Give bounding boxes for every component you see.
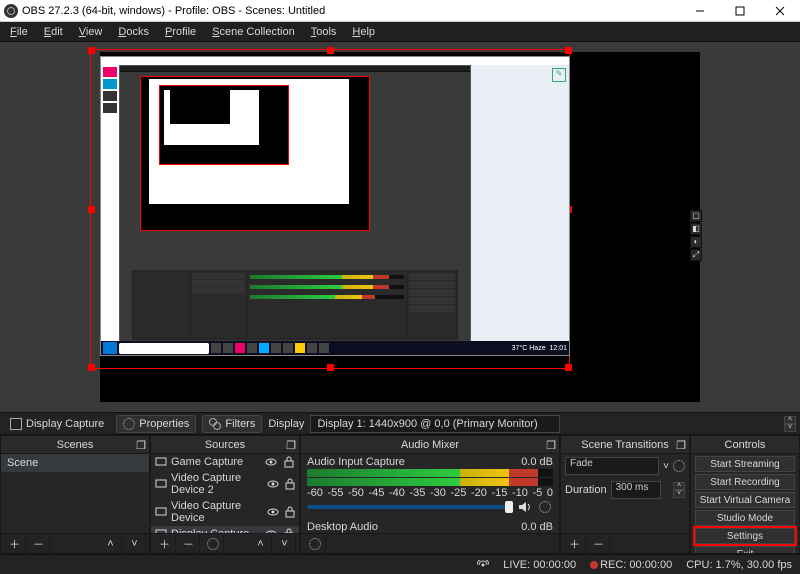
mixer-settings-button[interactable] — [304, 535, 326, 553]
lock-toggle[interactable] — [285, 478, 295, 490]
mixer-track: Audio Input Capture0.0 dB-60-55-50-45-40… — [301, 454, 559, 519]
visibility-toggle[interactable] — [265, 456, 277, 468]
selected-source-label: Display Capture — [26, 418, 104, 430]
visibility-toggle[interactable] — [265, 528, 277, 533]
status-cpu: CPU: 1.7%, 30.00 fps — [686, 559, 792, 571]
menu-docks[interactable]: Docks — [110, 26, 157, 38]
mixer-title: Audio Mixer — [401, 439, 459, 451]
popout-icon[interactable]: ❐ — [285, 439, 297, 451]
status-live: LIVE: 00:00:00 — [503, 559, 576, 571]
menu-help[interactable]: Help — [344, 26, 383, 38]
source-up-button[interactable]: ˄ — [250, 535, 272, 553]
popout-icon[interactable]: ❐ — [135, 439, 147, 451]
scenes-title: Scenes — [57, 439, 94, 451]
window-titlebar: OBS 27.2.3 (64-bit, windows) - Profile: … — [0, 0, 800, 22]
add-scene-button[interactable]: ＋ — [4, 535, 26, 553]
duration-label: Duration — [565, 484, 607, 496]
visibility-toggle[interactable] — [267, 478, 279, 490]
menu-edit[interactable]: Edit — [36, 26, 71, 38]
filters-button[interactable]: Filters — [202, 415, 262, 433]
settings-button[interactable]: Settings — [695, 528, 795, 544]
scene-item[interactable]: Scene — [1, 454, 149, 472]
controls-title: Controls — [725, 439, 766, 451]
transitions-dock: Scene Transitions❐ Fade ˅ Duration 300 m… — [560, 435, 690, 554]
duration-input[interactable]: 300 ms — [611, 481, 661, 499]
close-button[interactable] — [760, 0, 800, 22]
visibility-toggle[interactable] — [267, 506, 279, 518]
sources-dock: Sources❐ Game CaptureVideo Capture Devic… — [150, 435, 300, 554]
preview-area[interactable]: ✎ — [0, 42, 800, 412]
properties-button[interactable]: Properties — [116, 415, 196, 433]
source-type-icon — [155, 478, 167, 490]
source-item[interactable]: Display Capture — [151, 526, 299, 533]
docks-row: Scenes ❐ Scene ＋ － ˄ ˅ Sources ❐ Game Capt… — [0, 434, 800, 554]
source-down-button[interactable]: ˅ — [274, 535, 296, 553]
status-rec: REC: 00:00:00 — [590, 559, 672, 571]
source-toolbar: Display Capture Properties Filters Displ… — [0, 412, 800, 434]
start-streaming-button[interactable]: Start Streaming — [695, 456, 795, 472]
source-item[interactable]: Video Capture Device — [151, 498, 299, 526]
source-item[interactable]: Video Capture Device 2 — [151, 470, 299, 498]
transition-type-select[interactable]: Fade — [565, 457, 659, 475]
scene-up-button[interactable]: ˄ — [100, 535, 122, 553]
filters-icon — [209, 418, 221, 430]
window-title: OBS 27.2.3 (64-bit, windows) - Profile: … — [22, 5, 325, 17]
display-icon — [10, 418, 22, 430]
preview-canvas[interactable]: ✎ — [100, 52, 700, 402]
transition-settings-button[interactable] — [673, 460, 685, 472]
studio-mode-button[interactable]: Studio Mode — [695, 510, 795, 526]
source-type-icon — [155, 506, 167, 518]
scenes-dock: Scenes ❐ Scene ＋ － ˄ ˅ — [0, 435, 150, 554]
sources-title: Sources — [205, 439, 245, 451]
source-properties-button[interactable] — [202, 535, 224, 553]
status-bar: LIVE: 00:00:00 REC: 00:00:00 CPU: 1.7%, … — [0, 554, 800, 574]
lock-toggle[interactable] — [285, 506, 295, 518]
minimize-button[interactable] — [680, 0, 720, 22]
record-icon — [590, 561, 598, 569]
gear-icon — [123, 418, 135, 430]
menu-scene-collection[interactable]: Scene Collection — [204, 26, 303, 38]
add-transition-button[interactable]: ＋ — [564, 535, 586, 553]
popout-icon[interactable]: ❐ — [545, 439, 557, 451]
preview-toolbar[interactable]: ▢◧◐⤢ — [690, 210, 702, 261]
menu-file[interactable]: File — [2, 26, 36, 38]
volume-slider[interactable] — [307, 505, 513, 509]
signal-icon — [477, 560, 489, 570]
mute-button[interactable] — [517, 499, 533, 515]
scene-down-button[interactable]: ˅ — [124, 535, 146, 553]
display-select[interactable]: Display 1: 1440x900 @ 0,0 (Primary Monit… — [310, 415, 560, 433]
start-recording-button[interactable]: Start Recording — [695, 474, 795, 490]
start-virtual-camera-button[interactable]: Start Virtual Camera — [695, 492, 795, 508]
remove-transition-button[interactable]: － — [588, 535, 610, 553]
duration-spinner[interactable]: ˄˅ — [673, 482, 685, 498]
transitions-title: Scene Transitions — [581, 439, 668, 451]
obs-icon — [4, 4, 18, 18]
menubar: File Edit View Docks Profile Scene Colle… — [0, 22, 800, 42]
source-type-icon — [155, 528, 167, 533]
display-spinner[interactable]: ˄˅ — [784, 416, 796, 432]
audio-mixer-dock: Audio Mixer ❐ Audio Input Capture0.0 dB-6… — [300, 435, 560, 554]
source-item[interactable]: Game Capture — [151, 454, 299, 470]
exit-button[interactable]: Exit — [695, 546, 795, 553]
menu-profile[interactable]: Profile — [157, 26, 204, 38]
menu-view[interactable]: View — [71, 26, 111, 38]
display-field-label: Display — [268, 418, 304, 430]
track-settings-button[interactable] — [537, 499, 553, 515]
mixer-track: Desktop Audio0.0 dB-60-55-50-45-40-35-30… — [301, 519, 559, 533]
remove-source-button[interactable]: － — [178, 535, 200, 553]
maximize-button[interactable] — [720, 0, 760, 22]
popout-icon[interactable]: ❐ — [675, 439, 687, 451]
lock-toggle[interactable] — [283, 528, 295, 533]
menu-tools[interactable]: Tools — [303, 26, 345, 38]
remove-scene-button[interactable]: － — [28, 535, 50, 553]
add-source-button[interactable]: ＋ — [154, 535, 176, 553]
controls-dock: Controls Start Streaming Start Recording… — [690, 435, 800, 554]
lock-toggle[interactable] — [283, 456, 295, 468]
source-type-icon — [155, 456, 167, 468]
